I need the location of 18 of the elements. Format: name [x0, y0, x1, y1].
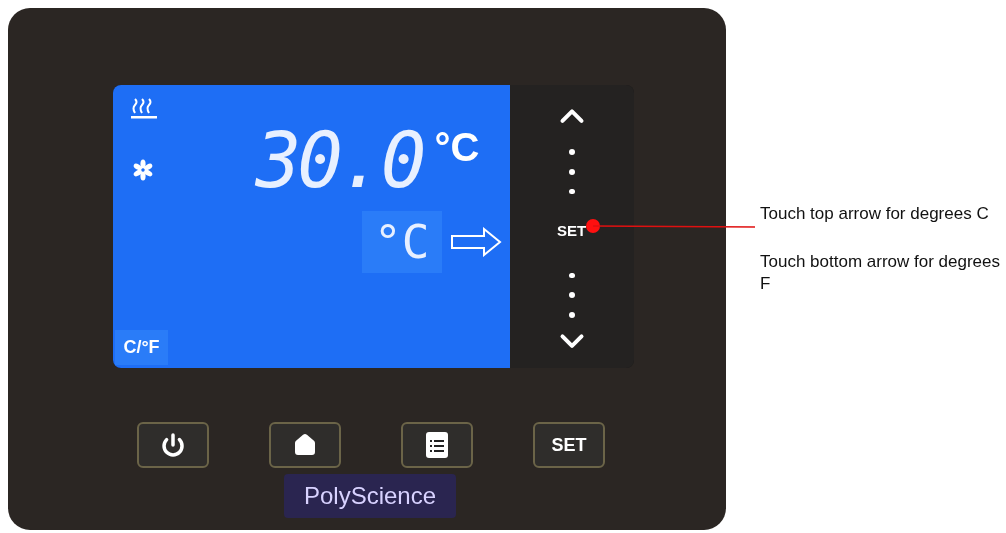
set-label[interactable]: SET	[556, 220, 587, 243]
house-icon	[293, 433, 317, 457]
list-icon	[426, 432, 448, 458]
temperature-reading: 30.0	[255, 123, 423, 199]
annotation-text: Touch bottom arrow for degrees F	[760, 251, 1000, 295]
unit-selection: °C	[362, 211, 442, 273]
heater-icon	[130, 97, 157, 119]
unit-toggle[interactable]: C/°F	[115, 330, 168, 365]
set-button[interactable]: SET	[533, 422, 605, 468]
annotation-text: Touch top arrow for degrees C	[760, 203, 990, 225]
power-button[interactable]	[137, 422, 209, 468]
home-button[interactable]	[269, 422, 341, 468]
menu-button[interactable]	[401, 422, 473, 468]
brand-label: PolyScience	[283, 474, 457, 518]
right-arrow-icon	[449, 227, 502, 257]
temperature-unit: °C	[434, 127, 480, 167]
power-icon	[161, 433, 185, 457]
fan-icon	[131, 159, 154, 181]
